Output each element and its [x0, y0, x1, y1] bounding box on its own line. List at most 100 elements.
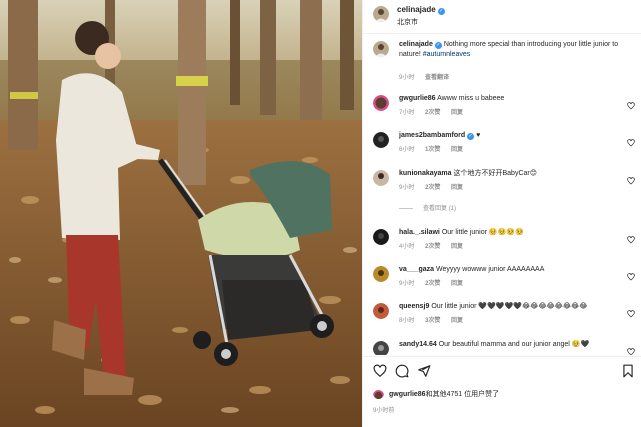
translate-link[interactable]: 查看翻译	[425, 75, 449, 81]
photo-illustration	[0, 0, 362, 427]
commenter-avatar[interactable]	[373, 132, 389, 148]
commenter-avatar[interactable]	[373, 341, 389, 355]
hashtag-link[interactable]: #autumnleaves	[423, 51, 470, 58]
reply-button[interactable]: 回复	[451, 147, 463, 153]
caption-meta: 9小时 查看翻译	[399, 72, 458, 81]
comment-body: Our little junior 🖤🖤🖤🖤🖤😂😂😂😂😂😂😂😂	[431, 303, 588, 310]
view-replies-link[interactable]: 查看回复 (1)	[399, 203, 456, 212]
commenter-avatar[interactable]	[373, 266, 389, 282]
commenter-avatar[interactable]	[373, 229, 389, 245]
comment-username[interactable]: hala._.silawi	[399, 229, 440, 236]
comment-body: ♥	[476, 132, 481, 139]
caption-text: celinajade ✓ Nothing more special than in…	[399, 40, 619, 60]
avatar-image	[373, 341, 389, 355]
verified-badge-icon: ✓	[437, 8, 445, 15]
comment-time: 9小时	[399, 281, 415, 287]
commenter-avatar[interactable]	[373, 303, 389, 319]
author-name[interactable]: celinajade ✓	[397, 5, 445, 15]
comment-text: va___gaza Weyyyy wowww junior AAAAAAAA	[399, 265, 619, 275]
comment-meta: 4小时 2次赞 回复	[399, 241, 472, 250]
liker-username[interactable]: gwgurlie86	[389, 391, 426, 398]
commenter-avatar[interactable]	[373, 170, 389, 186]
comment-username[interactable]: va___gaza	[399, 266, 434, 273]
post-location[interactable]: 北京市	[397, 17, 418, 27]
comment-body: 这个地方不好开BabyCar😊	[453, 170, 538, 177]
comment-text: sandy14.64 Our beautiful mamma and our j…	[399, 340, 619, 350]
bookmark-icon[interactable]	[621, 364, 635, 378]
comment-likes-count[interactable]: 2次赞	[425, 244, 440, 250]
comment-likes-count[interactable]: 1次赞	[425, 147, 440, 153]
verified-badge-icon: ✓	[434, 42, 442, 49]
post-photo[interactable]	[0, 0, 362, 427]
comment-likes-count[interactable]: 3次赞	[425, 318, 440, 324]
comment-username[interactable]: queensj9	[399, 303, 429, 310]
comment-username[interactable]: james2bambamford	[399, 132, 465, 139]
comment-heart-icon[interactable]	[627, 177, 635, 185]
comment-meta: 6小时 1次赞 回复	[399, 144, 472, 153]
comment-likes-count[interactable]: 2次赞	[425, 281, 440, 287]
comment-meta: 7小时 2次赞 回复	[399, 107, 472, 116]
comment-item: hala._.silawi Our little junior 🥺🥺🥺🥺 4小时…	[363, 223, 641, 255]
post-actions: gwgurlie86和其他4751 位用户赞了 9小时前	[363, 356, 641, 427]
comment-heart-icon[interactable]	[627, 310, 635, 318]
caption-avatar[interactable]	[373, 41, 389, 57]
post-caption: celinajade ✓ Nothing more special than in…	[363, 35, 641, 83]
commenter-avatar[interactable]	[373, 95, 389, 111]
comment-text: gwgurlie86 Awww miss u babeee	[399, 94, 619, 104]
view-replies-label: 查看回复 (1)	[423, 206, 457, 212]
comment-body: Our little junior 🥺🥺🥺🥺	[441, 229, 524, 236]
comment-heart-icon[interactable]	[627, 236, 635, 244]
comment-time: 4小时	[399, 244, 415, 250]
comment-username[interactable]: gwgurlie86	[399, 95, 436, 102]
comment-item: james2bambamford ✓ ♥ 6小时 1次赞 回复	[363, 126, 641, 158]
comment-time: 6小时	[399, 147, 415, 153]
comment-heart-icon[interactable]	[627, 348, 635, 355]
reply-button[interactable]: 回复	[451, 318, 463, 324]
comment-heart-icon[interactable]	[627, 102, 635, 110]
caption-username[interactable]: celinajade	[399, 41, 433, 48]
reply-button[interactable]: 回复	[451, 110, 463, 116]
comment-text: hala._.silawi Our little junior 🥺🥺🥺🥺	[399, 228, 619, 238]
reply-button[interactable]: 回复	[451, 281, 463, 287]
post-header: celinajade ✓ 北京市	[363, 0, 641, 34]
post-time: 9小时前	[373, 408, 395, 414]
likes-text: gwgurlie86和其他4751 位用户赞了	[389, 389, 499, 399]
comment-meta: 8小时 3次赞 回复	[399, 315, 472, 324]
comment-item: gwgurlie86 Awww miss u babeee 7小时 2次赞 回复	[363, 89, 641, 121]
comments-list[interactable]: celinajade ✓ Nothing more special than in…	[363, 35, 641, 355]
likes-count-text: 和其他4751 位用户赞了	[425, 391, 500, 398]
avatar-image	[373, 132, 389, 148]
comment-icon[interactable]	[395, 364, 409, 378]
comment-username[interactable]: sandy14.64	[399, 341, 437, 348]
comment-heart-icon[interactable]	[627, 273, 635, 281]
avatar-image	[373, 390, 384, 399]
avatar-image	[373, 229, 389, 245]
verified-badge-icon: ✓	[467, 133, 475, 140]
comment-body: Weyyyy wowww junior AAAAAAAA	[435, 266, 545, 273]
reply-button[interactable]: 回复	[451, 185, 463, 191]
comment-body: Our beautiful mamma and our junior angel…	[438, 341, 590, 348]
comment-likes-count[interactable]: 2次赞	[425, 110, 440, 116]
comment-item: va___gaza Weyyyy wowww junior AAAAAAAA 9…	[363, 260, 641, 292]
author-avatar[interactable]	[373, 6, 389, 22]
comment-meta: 9小时 2次赞 回复	[399, 278, 472, 287]
comment-likes-count[interactable]: 2次赞	[425, 185, 440, 191]
comment-time: 7小时	[399, 110, 415, 116]
heart-icon[interactable]	[373, 364, 387, 378]
comment-text: kunionakayama 这个地方不好开BabyCar😊	[399, 169, 619, 179]
comment-item: queensj9 Our little junior 🖤🖤🖤🖤🖤😂😂😂😂😂😂😂😂…	[363, 297, 641, 329]
comment-username[interactable]: kunionakayama	[399, 170, 452, 177]
comment-time: 9小时	[399, 185, 415, 191]
avatar-image	[373, 41, 389, 57]
avatar-image	[373, 266, 389, 282]
comment-item: kunionakayama 这个地方不好开BabyCar😊 9小时 2次赞 回复…	[363, 164, 641, 218]
replies-divider	[399, 207, 413, 209]
comment-time: 8小时	[399, 318, 415, 324]
comment-body: Awww miss u babeee	[437, 95, 505, 102]
reply-button[interactable]: 回复	[451, 244, 463, 250]
avatar-image	[373, 6, 389, 22]
send-icon[interactable]	[417, 364, 431, 378]
post-side-panel: celinajade ✓ 北京市 celinajade ✓ Nothing more…	[362, 0, 641, 427]
comment-text: james2bambamford ✓ ♥	[399, 131, 619, 141]
comment-heart-icon[interactable]	[627, 139, 635, 147]
